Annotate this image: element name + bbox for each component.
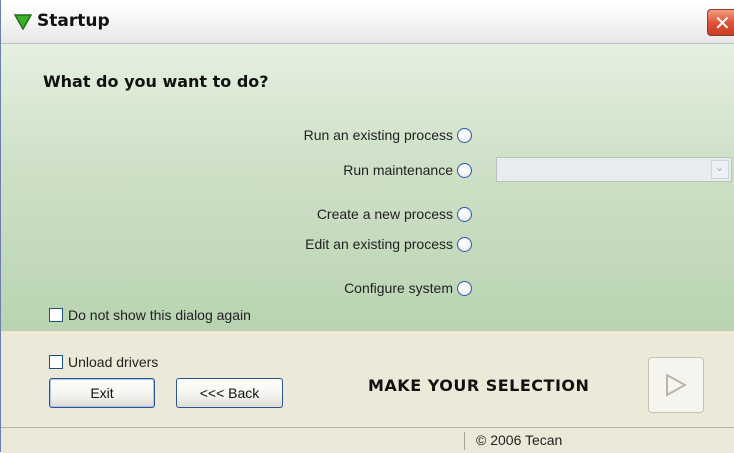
dont-show-again-label: Do not show this dialog again (68, 307, 251, 323)
option-label: Create a new process (316, 206, 453, 222)
option-run-maintenance[interactable]: Run maintenance (343, 159, 472, 181)
option-label: Configure system (344, 280, 453, 296)
status-divider (464, 432, 465, 450)
radio-edit-existing-process[interactable] (457, 236, 472, 252)
radio-run-maintenance[interactable] (457, 162, 472, 178)
radio-configure-system[interactable] (457, 280, 472, 296)
green-triangle-icon (14, 14, 32, 30)
unload-drivers-checkbox[interactable] (49, 355, 63, 369)
unload-drivers-row[interactable]: Unload drivers (49, 354, 158, 370)
status-bar: © 2006 Tecan (1, 427, 734, 453)
option-label: Run an existing process (303, 127, 453, 143)
option-run-existing-process[interactable]: Run an existing process (304, 124, 472, 146)
question-heading: What do you want to do? (43, 72, 269, 91)
radio-run-existing-process[interactable] (457, 127, 472, 143)
dont-show-again-row[interactable]: Do not show this dialog again (49, 307, 251, 323)
bottom-panel: Unload drivers Exit <<< Back MAKE YOUR S… (1, 330, 734, 427)
option-configure-system[interactable]: Configure system (344, 277, 472, 299)
option-label: Edit an existing process (305, 236, 453, 252)
exit-button[interactable]: Exit (49, 378, 155, 408)
close-button[interactable]: ✕ (707, 9, 734, 36)
next-button[interactable] (648, 357, 704, 413)
play-icon (666, 373, 687, 397)
window-title: Startup (37, 11, 110, 31)
title-bar: Startup ✕ (1, 0, 734, 44)
startup-dialog: Startup ✕ What do you want to do? Run an… (0, 0, 734, 453)
option-label: Run maintenance (343, 162, 453, 178)
back-button[interactable]: <<< Back (176, 378, 283, 408)
option-edit-existing-process[interactable]: Edit an existing process (305, 233, 472, 255)
dropdown-button[interactable]: ⌄ (711, 160, 729, 179)
main-panel: What do you want to do? Run an existing … (1, 44, 734, 330)
chevron-down-icon: ⌄ (715, 162, 725, 174)
dont-show-again-checkbox[interactable] (49, 308, 63, 322)
close-icon: ✕ (714, 11, 731, 35)
maintenance-select[interactable]: ⌄ (496, 157, 732, 182)
unload-drivers-label: Unload drivers (68, 354, 159, 370)
option-create-new-process[interactable]: Create a new process (317, 203, 472, 225)
copyright-text: © 2006 Tecan (476, 432, 563, 448)
radio-create-new-process[interactable] (457, 206, 472, 222)
make-selection-label: MAKE YOUR SELECTION (368, 376, 590, 395)
